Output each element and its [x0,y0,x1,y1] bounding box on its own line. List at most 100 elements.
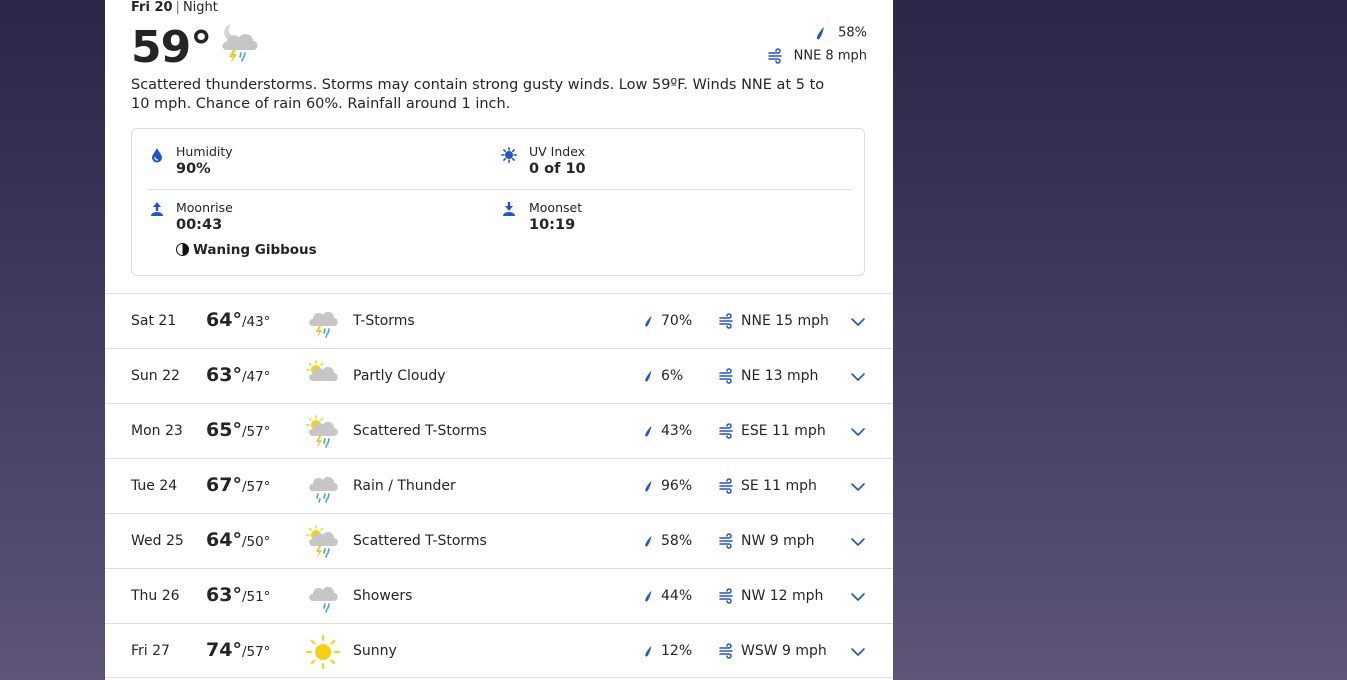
row-temperatures: 64°/50° [206,529,270,551]
high-temp: 63° [206,364,242,386]
raindrop-icon [641,314,655,328]
row-condition: T-Storms [353,313,415,329]
daily-forecast-panel: Fri 20 | Night 59° 58% NNE 8 mph Scattered… [105,0,893,680]
chevron-down-icon[interactable] [850,424,866,440]
row-day: Fri 27 [131,643,170,659]
scattered-thunderstorm-icon [305,524,341,560]
row-precip: 43% [641,423,692,439]
row-day: Sat 21 [131,313,177,329]
details-card: Humidity 90% UV Index 0 of 10 Moonrise 0… [131,128,865,276]
low-temp: /57° [241,644,271,660]
wind-icon [719,533,735,549]
row-temperatures: 65°/57° [206,419,270,441]
high-temp: 64° [206,529,242,551]
high-temp: 64° [206,309,242,331]
uv-index-item: UV Index 0 of 10 [529,144,586,178]
high-temp: 67° [206,474,242,496]
low-temp: /51° [241,589,271,605]
forecast-list: Sat 21 64°/43° T-Storms 70% NNE 15 mph S… [105,293,893,678]
raindrop-icon [641,369,655,383]
low-temp: /47° [241,369,271,385]
row-wind: NW 9 mph [719,533,815,549]
raindrop-icon [641,589,655,603]
wind-icon [719,643,735,659]
low-temp: /43° [241,314,271,330]
moonrise-value: 00:43 [176,217,223,233]
moonset-value: 10:19 [529,217,576,233]
row-precip: 58% [641,533,692,549]
showers-icon [305,579,341,615]
row-wind-value: ESE 11 mph [741,423,826,439]
raindrop-icon [641,644,655,658]
moonset-icon [503,202,515,216]
chevron-down-icon[interactable] [850,589,866,605]
row-precip: 70% [641,313,692,329]
wind-value: NNE 8 mph [793,48,867,64]
row-precip: 96% [641,478,692,494]
row-wind: ESE 11 mph [719,423,826,439]
precip-chance: 58% [812,25,867,41]
row-wind: NE 13 mph [719,368,818,384]
chevron-down-icon[interactable] [850,534,866,550]
forecast-row[interactable]: Thu 26 63°/51° Showers 44% NW 12 mph [105,568,893,623]
wind-info: NNE 8 mph [768,48,867,64]
forecast-day: Fri 20 [131,0,173,15]
sunny-icon [306,635,340,669]
chevron-down-icon[interactable] [850,644,866,660]
uv-index-value: 0 of 10 [529,161,586,177]
partly-cloudy-icon [305,359,341,395]
row-day: Wed 25 [131,533,184,549]
forecast-row[interactable]: Fri 27 74°/57° Sunny 12% WSW 9 mph [105,623,893,678]
raindrop-icon [641,534,655,548]
row-wind-value: NW 9 mph [741,533,815,549]
row-precip: 12% [641,643,692,659]
row-temperatures: 63°/51° [206,584,270,606]
wind-icon [768,48,784,64]
row-precip-value: 58% [661,533,693,549]
thunderstorm-icon [305,304,341,340]
humidity-icon [152,148,162,163]
high-temp: 63° [206,584,242,606]
date-line: Fri 20 | Night [131,0,218,15]
chevron-down-icon[interactable] [850,479,866,495]
row-day: Mon 23 [131,423,183,439]
forecast-period: Night [182,0,218,15]
row-wind-value: NE 13 mph [741,368,819,384]
forecast-row[interactable]: Mon 23 65°/57° Scattered T-Storms 43% ES… [105,403,893,458]
moonset-item: Moonset 10:19 [529,200,582,234]
forecast-row[interactable]: Sun 22 63°/47° Partly Cloudy 6% NE 13 mp… [105,348,893,403]
raindrop-icon [641,424,655,438]
row-condition: Scattered T-Storms [353,533,487,549]
row-wind: WSW 9 mph [719,643,827,659]
forecast-row[interactable]: Tue 24 67°/57° Rain / Thunder 96% SE 11 … [105,458,893,513]
chevron-down-icon[interactable] [850,369,866,385]
moonrise-item: Moonrise 00:43 [176,200,233,234]
moonset-label: Moonset [529,200,583,215]
thunderstorm-night-icon [222,24,258,64]
row-temperatures: 63°/47° [206,364,270,386]
rain-thunder-icon [305,469,341,503]
details-divider [147,189,851,190]
wind-icon [719,423,735,439]
row-precip-value: 70% [661,313,693,329]
row-temperatures: 74°/57° [206,639,270,661]
wind-icon [719,478,735,494]
chevron-down-icon[interactable] [850,314,866,330]
wind-icon [719,588,735,604]
row-precip-value: 12% [661,643,693,659]
row-day: Sun 22 [131,368,180,384]
low-temp: /57° [241,479,271,495]
row-condition: Rain / Thunder [353,478,456,494]
separator: | [175,0,180,15]
row-precip: 6% [641,368,683,384]
forecast-narrative: Scattered thunderstorms. Storms may cont… [131,77,825,112]
raindrop-icon [641,479,655,493]
row-condition: Sunny [353,643,397,659]
high-temp: 74° [206,639,242,661]
forecast-row[interactable]: Sat 21 64°/43° T-Storms 70% NNE 15 mph [105,293,893,348]
row-wind: NW 12 mph [719,588,823,604]
row-temperatures: 67°/57° [206,474,270,496]
forecast-row[interactable]: Wed 25 64°/50° Scattered T-Storms 58% NW… [105,513,893,568]
row-precip-value: 44% [661,588,693,604]
row-condition: Showers [353,588,413,604]
